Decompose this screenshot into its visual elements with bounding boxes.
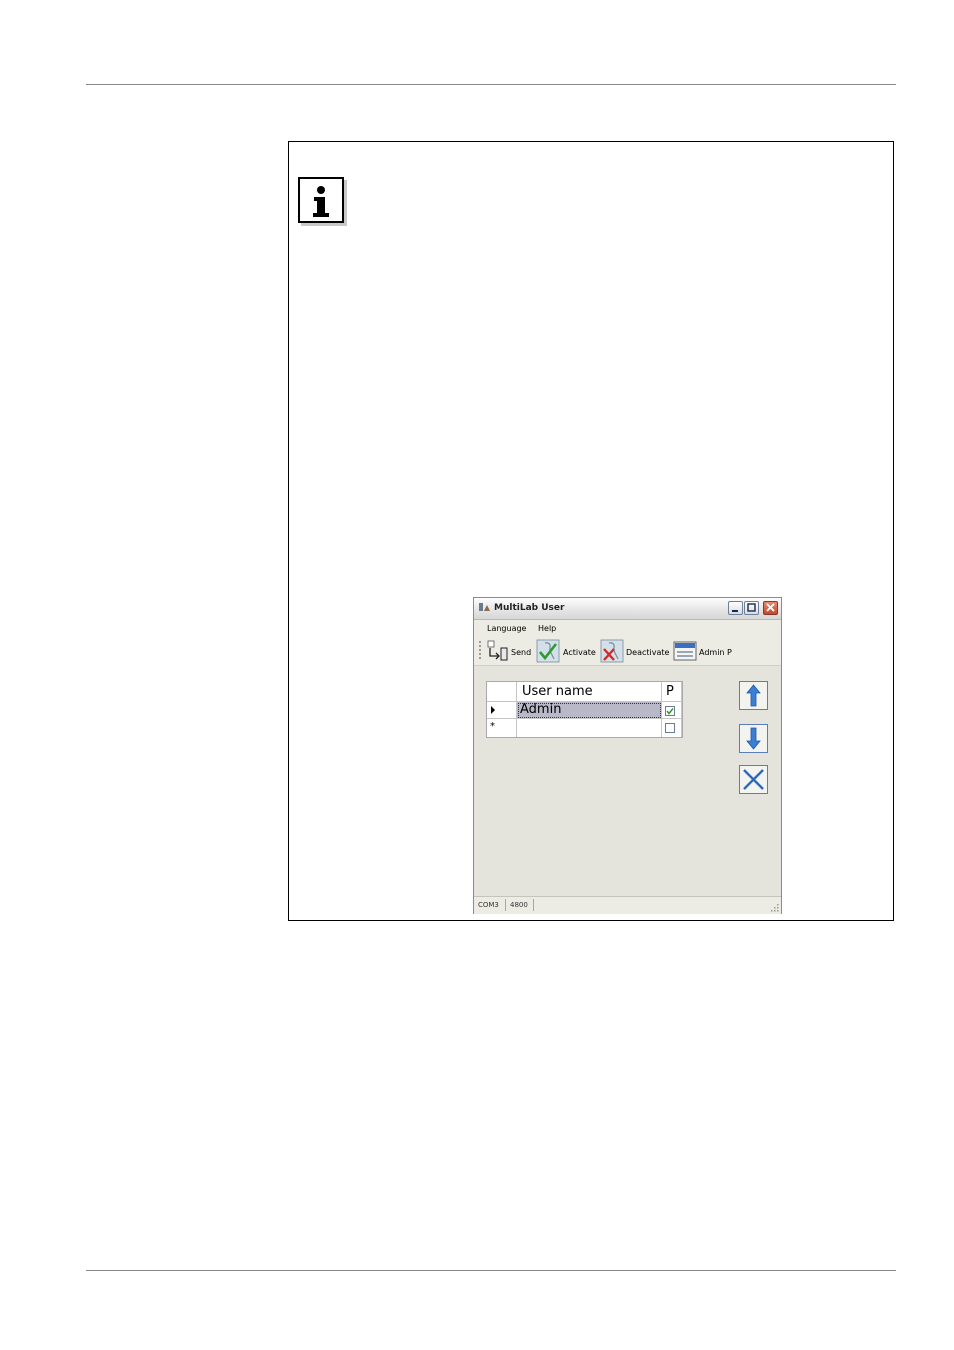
cell-user-name-1[interactable]: Admin [517, 702, 662, 719]
multilab-user-window: MultiLab User Language Help Send Activat… [473, 597, 782, 914]
send-button[interactable]: Send [485, 639, 531, 664]
send-icon [487, 640, 508, 661]
header-rule [86, 84, 896, 85]
arrow-down-icon [746, 727, 761, 750]
row-header-new[interactable]: * [487, 719, 517, 737]
admin-card-icon [673, 641, 697, 661]
move-up-button[interactable] [739, 681, 768, 710]
arrow-up-icon [746, 684, 761, 707]
grid-corner [487, 682, 517, 702]
activate-icon [536, 639, 560, 663]
window-title: MultiLab User [494, 603, 565, 613]
new-row-marker: * [490, 721, 495, 732]
minimize-button[interactable] [728, 601, 743, 615]
cell-user-name-new[interactable] [517, 719, 662, 737]
move-down-button[interactable] [739, 724, 768, 753]
activate-button[interactable]: Activate [536, 639, 596, 664]
info-icon [298, 177, 344, 223]
client-area: User name P Admin * [474, 666, 781, 896]
p-checkbox-1[interactable] [665, 706, 675, 716]
column-header-user-name[interactable]: User name [517, 682, 662, 702]
p-checkbox-new[interactable] [665, 723, 675, 733]
deactivate-label: Deactivate [626, 648, 670, 657]
current-row-icon [491, 706, 495, 714]
title-bar[interactable]: MultiLab User [474, 598, 781, 620]
footer-rule [86, 1270, 896, 1271]
send-label: Send [511, 648, 532, 657]
toolbar: Send Activate Deactivate Admin P [474, 637, 781, 666]
row-header-1[interactable] [487, 702, 517, 719]
app-icon [479, 603, 490, 611]
admin-password-button[interactable]: Admin P [673, 639, 733, 664]
deactivate-button[interactable]: Deactivate [600, 639, 670, 664]
close-button[interactable] [763, 601, 778, 615]
toolbar-grip[interactable] [479, 641, 481, 661]
menu-help[interactable]: Help [538, 624, 556, 633]
status-port: COM3 [474, 899, 506, 911]
cell-p-1 [662, 702, 682, 719]
delete-button[interactable] [739, 765, 768, 794]
activate-label: Activate [563, 648, 596, 657]
admin-label: Admin P [699, 648, 732, 657]
menu-language[interactable]: Language [487, 624, 526, 633]
status-baud: 4800 [506, 899, 534, 911]
column-header-p[interactable]: P [662, 682, 682, 702]
user-grid: User name P Admin * [486, 681, 683, 738]
menu-bar: Language Help [474, 620, 781, 637]
resize-grip-icon[interactable] [769, 902, 779, 912]
status-bar: COM3 4800 [474, 896, 781, 914]
cell-p-new [662, 719, 682, 737]
delete-x-icon [743, 769, 764, 790]
deactivate-icon [600, 639, 624, 663]
maximize-button[interactable] [744, 601, 759, 615]
